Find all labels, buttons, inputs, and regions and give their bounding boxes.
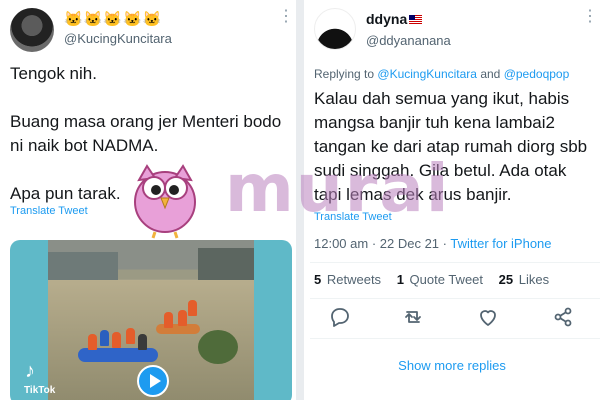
tweet-actions <box>304 305 600 331</box>
avatar[interactable] <box>314 8 356 50</box>
replying-to: Replying to @KucingKuncitara and @pedoqp… <box>314 67 569 81</box>
translate-tweet-link[interactable]: Translate Tweet <box>314 211 392 223</box>
retweet-icon[interactable] <box>401 305 425 329</box>
avatar[interactable] <box>10 8 54 52</box>
left-tweet: 🐱🐱🐱🐱🐱 @KucingKuncitara ⋮ Tengok nih. Bua… <box>0 0 296 400</box>
user-handle[interactable]: @ddyananana <box>366 33 451 48</box>
divider <box>310 298 600 299</box>
tweet-text: Kalau dah semua yang ikut, habis mangsa … <box>314 89 588 204</box>
divider <box>310 262 600 263</box>
like-icon[interactable] <box>476 305 500 329</box>
display-name[interactable]: 🐱🐱🐱🐱🐱 <box>64 10 162 28</box>
translate-tweet-link[interactable]: Translate Tweet <box>10 205 88 217</box>
malaysia-flag-icon <box>409 15 423 24</box>
tweet-text: Tengok nih. Buang masa orang jer Menteri… <box>10 64 282 203</box>
retweets-stat[interactable]: 5 Retweets <box>314 272 381 287</box>
more-options-icon[interactable]: ⋮ <box>582 9 598 25</box>
share-icon[interactable] <box>551 305 575 329</box>
quote-tweets-stat[interactable]: 1 Quote Tweet <box>397 272 483 287</box>
replying-and: and <box>480 67 501 81</box>
video-source-label: TikTok <box>24 385 56 396</box>
play-icon[interactable] <box>137 365 169 397</box>
more-options-icon[interactable]: ⋮ <box>278 9 294 25</box>
reply-icon[interactable] <box>328 305 352 329</box>
display-name[interactable]: ddyna <box>366 11 423 27</box>
likes-stat[interactable]: 25 Likes <box>499 272 549 287</box>
tweet-client-link[interactable]: Twitter for iPhone <box>450 236 551 251</box>
right-tweet: ddyna @ddyananana ⋮ Replying to @KucingK… <box>304 0 600 400</box>
replying-prefix: Replying to <box>314 67 375 81</box>
mention-link[interactable]: @pedoqpop <box>504 67 570 81</box>
tweet-stats: 5 Retweets 1 Quote Tweet 25 Likes <box>314 272 549 287</box>
tiktok-icon: ♪ <box>25 360 35 382</box>
show-more-replies-link[interactable]: Show more replies <box>304 358 600 373</box>
user-handle[interactable]: @KucingKuncitara <box>64 31 172 46</box>
video-player[interactable]: ♪ TikTok <box>10 240 292 400</box>
divider <box>310 338 600 339</box>
tweet-date[interactable]: 22 Dec 21 <box>380 236 439 251</box>
tweet-time[interactable]: 12:00 am <box>314 236 368 251</box>
tweet-timestamp: 12:00 am · 22 Dec 21 · Twitter for iPhon… <box>314 236 552 251</box>
mention-link[interactable]: @KucingKuncitara <box>377 67 477 81</box>
panel-divider <box>296 0 304 400</box>
